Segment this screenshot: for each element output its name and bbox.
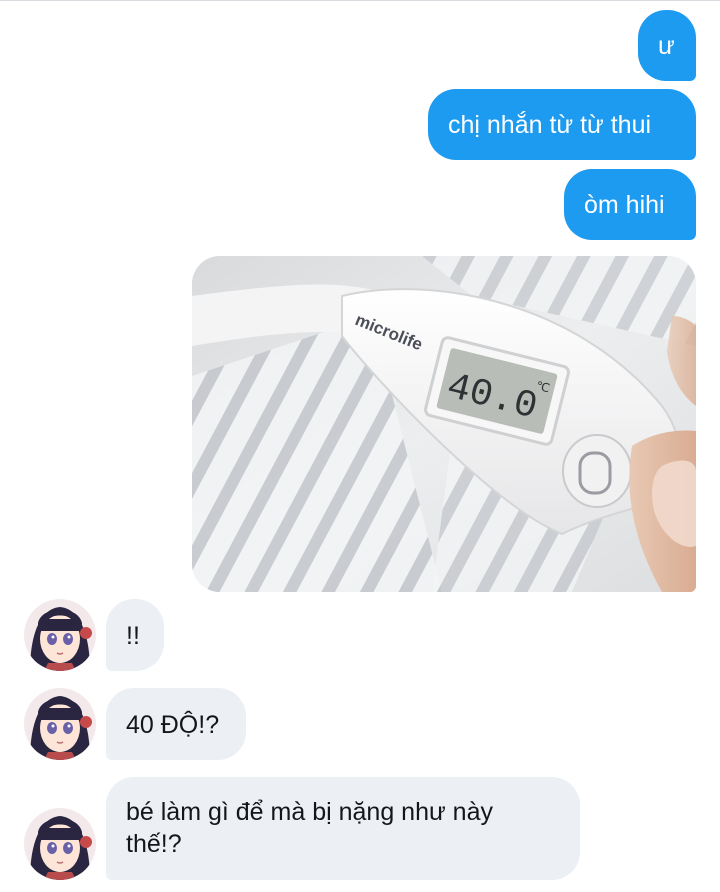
sent-message-text: ư (658, 32, 675, 60)
sent-message-bubble[interactable]: òm hihi (564, 169, 696, 240)
received-message-bubble[interactable]: 40 ĐỘ!? (106, 688, 246, 760)
sent-message-text: chị nhắn từ từ thui (448, 111, 652, 139)
avatar-image (24, 599, 96, 671)
received-message-text-line1: bé làm gì để mà bị nặng như này (126, 798, 493, 826)
top-divider (0, 0, 720, 1)
sent-message-bubble[interactable]: ư (638, 10, 696, 81)
avatar[interactable] (24, 688, 96, 760)
avatar[interactable] (24, 599, 96, 671)
thermometer-photo-image: microlife 40.0 ℃ (192, 256, 696, 592)
sent-message-text: òm hihi (584, 191, 665, 219)
avatar[interactable] (24, 808, 96, 880)
received-message-bubble[interactable]: !! (106, 599, 164, 671)
thermometer-photo[interactable]: microlife 40.0 ℃ (192, 256, 696, 592)
received-message-text-line2: thế!? (126, 830, 182, 858)
avatar-image (24, 808, 96, 880)
received-message-text: 40 ĐỘ!? (126, 711, 220, 739)
received-message-bubble[interactable]: bé làm gì để mà bị nặng như này thế!? (106, 777, 580, 880)
received-message-text: !! (126, 622, 140, 650)
sent-message-bubble[interactable]: chị nhắn từ từ thui (428, 89, 696, 160)
avatar-image (24, 688, 96, 760)
